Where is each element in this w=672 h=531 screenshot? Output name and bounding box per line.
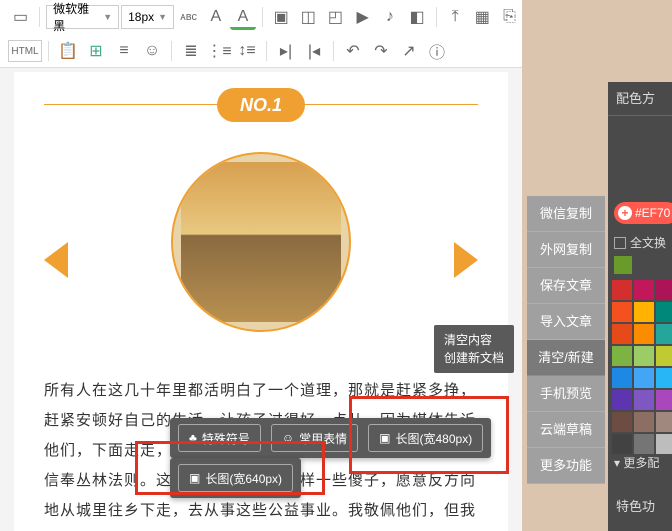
color-swatch[interactable] bbox=[634, 324, 654, 344]
image-icon: ▣ bbox=[189, 471, 200, 485]
color-swatch[interactable] bbox=[634, 346, 654, 366]
color-swatch[interactable] bbox=[656, 412, 672, 432]
color-swatch[interactable] bbox=[634, 434, 654, 454]
card-icon[interactable]: ◧ bbox=[404, 4, 429, 30]
color-swatch[interactable] bbox=[612, 324, 632, 344]
color-swatch[interactable] bbox=[612, 302, 632, 322]
image-icon[interactable]: ▣ bbox=[269, 4, 294, 30]
color-swatch[interactable] bbox=[656, 324, 672, 344]
side-menu-item[interactable]: 微信复制 bbox=[527, 196, 605, 232]
panel-footer: 特色功 bbox=[616, 496, 655, 515]
template-icon[interactable]: ▦ bbox=[470, 4, 495, 30]
emoji-icon[interactable]: ☺ bbox=[139, 38, 165, 64]
selected-swatch[interactable] bbox=[614, 256, 632, 274]
long-image-480-button[interactable]: ▣ 长图(宽480px) bbox=[368, 424, 483, 452]
carousel bbox=[44, 152, 478, 362]
undo-icon[interactable]: ↶ bbox=[340, 38, 366, 64]
side-menu: 微信复制外网复制保存文章导入文章清空/新建手机预览云端草稿更多功能 bbox=[527, 196, 605, 484]
color-swatch[interactable] bbox=[634, 390, 654, 410]
color-swatch[interactable] bbox=[634, 368, 654, 388]
help-icon[interactable]: ⓘ bbox=[424, 38, 450, 64]
ordered-list-icon[interactable]: ≣ bbox=[178, 38, 204, 64]
upload-icon[interactable]: ⤒ bbox=[443, 4, 468, 30]
new-doc-icon[interactable]: ▭ bbox=[8, 4, 33, 30]
redo-icon[interactable]: ↷ bbox=[368, 38, 394, 64]
color-swatch[interactable] bbox=[634, 280, 654, 300]
side-menu-item[interactable]: 云端草稿 bbox=[527, 412, 605, 448]
action-bar: ♣ 特殊符号 ☺ 常用表情 ▣ 长图(宽480px) bbox=[170, 418, 491, 458]
font-color-icon[interactable]: A bbox=[203, 4, 228, 30]
panel-title: 配色方 bbox=[608, 82, 672, 116]
color-swatch[interactable] bbox=[612, 390, 632, 410]
side-menu-item[interactable]: 导入文章 bbox=[527, 304, 605, 340]
align-icon[interactable]: ≡ bbox=[111, 38, 137, 64]
circle-image bbox=[171, 152, 351, 332]
checkbox-icon bbox=[614, 237, 626, 249]
color-swatch[interactable] bbox=[656, 346, 672, 366]
more-colors-toggle[interactable]: ▾ 更多配 bbox=[614, 454, 659, 471]
color-swatch[interactable] bbox=[656, 280, 672, 300]
color-swatch[interactable] bbox=[612, 346, 632, 366]
color-swatch[interactable] bbox=[656, 302, 672, 322]
indent-left-icon[interactable]: |◂ bbox=[301, 38, 327, 64]
font-size-select[interactable]: 18px ▼ bbox=[121, 5, 174, 29]
font-size-value: 18px bbox=[128, 10, 154, 24]
side-menu-item[interactable]: 保存文章 bbox=[527, 268, 605, 304]
share-icon[interactable]: ↗ bbox=[396, 38, 422, 64]
toolbar: ▭ 微软雅黑 ▼ 18px ▼ ᴀʙc A A ▣ ◫ ◰ ▶ ♪ ◧ ⤒ ▦ … bbox=[0, 0, 522, 68]
font-family-value: 微软雅黑 bbox=[53, 0, 99, 34]
color-chip[interactable]: + #EF70 bbox=[614, 202, 672, 224]
painting-image bbox=[181, 162, 341, 322]
action-bar-2: ▣ 长图(宽640px) bbox=[170, 458, 301, 498]
unordered-list-icon[interactable]: ⋮≡ bbox=[206, 38, 232, 64]
audio-icon[interactable]: ♪ bbox=[377, 4, 402, 30]
side-menu-item[interactable]: 更多功能 bbox=[527, 448, 605, 484]
color-swatch[interactable] bbox=[612, 280, 632, 300]
gallery-icon[interactable]: ◫ bbox=[296, 4, 321, 30]
color-swatch[interactable] bbox=[612, 434, 632, 454]
color-swatch[interactable] bbox=[656, 368, 672, 388]
video-icon[interactable]: ▶ bbox=[350, 4, 375, 30]
clear-format-icon[interactable]: ᴀʙc bbox=[176, 4, 201, 30]
attach-icon[interactable]: ⎘ bbox=[497, 4, 522, 30]
side-menu-item[interactable]: 外网复制 bbox=[527, 232, 605, 268]
line-height-icon[interactable]: ↕≡ bbox=[234, 38, 260, 64]
chevron-down-icon: ▼ bbox=[103, 12, 112, 22]
font-family-select[interactable]: 微软雅黑 ▼ bbox=[46, 5, 119, 29]
side-menu-item[interactable]: 手机预览 bbox=[527, 376, 605, 412]
next-arrow-icon[interactable] bbox=[454, 242, 478, 278]
color-swatches bbox=[612, 280, 672, 454]
fulltext-checkbox[interactable]: 全文换 bbox=[614, 234, 666, 251]
image-icon: ▣ bbox=[379, 431, 390, 445]
plus-icon: + bbox=[618, 206, 632, 220]
color-swatch[interactable] bbox=[612, 368, 632, 388]
html-source-button[interactable]: HTML bbox=[8, 40, 42, 62]
color-swatch[interactable] bbox=[656, 434, 672, 454]
side-menu-item[interactable]: 清空/新建 bbox=[527, 340, 605, 376]
long-image-640-button[interactable]: ▣ 长图(宽640px) bbox=[178, 464, 293, 492]
emoji-button[interactable]: ☺ 常用表情 bbox=[271, 424, 358, 452]
prev-arrow-icon[interactable] bbox=[44, 242, 68, 278]
color-scheme-panel: 配色方 + #EF70 全文换 ▾ 更多配 特色功 bbox=[608, 82, 672, 531]
tooltip: 清空内容 创建新文档 bbox=[434, 325, 514, 373]
clover-icon: ♣ bbox=[189, 431, 197, 445]
color-swatch[interactable] bbox=[656, 390, 672, 410]
color-swatch[interactable] bbox=[634, 412, 654, 432]
number-badge: NO.1 bbox=[217, 88, 305, 122]
paste-icon[interactable]: 📋 bbox=[55, 38, 81, 64]
special-chars-button[interactable]: ♣ 特殊符号 bbox=[178, 424, 261, 452]
crop-icon[interactable]: ◰ bbox=[323, 4, 348, 30]
table-icon[interactable]: ⊞ bbox=[83, 38, 109, 64]
color-swatch[interactable] bbox=[612, 412, 632, 432]
chevron-down-icon: ▼ bbox=[158, 12, 167, 22]
bg-color-icon[interactable]: A bbox=[230, 4, 255, 30]
color-swatch[interactable] bbox=[634, 302, 654, 322]
smile-icon: ☺ bbox=[282, 431, 294, 445]
indent-right-icon[interactable]: ▸| bbox=[273, 38, 299, 64]
